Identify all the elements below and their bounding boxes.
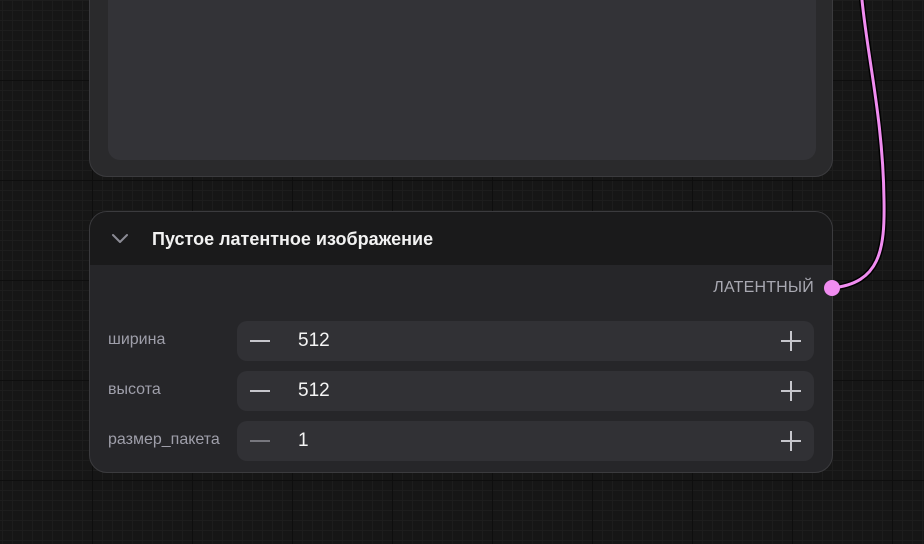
- chevron-down-icon[interactable]: [110, 231, 130, 245]
- batch-size-value[interactable]: 1: [298, 430, 309, 452]
- height-widget: высота 512: [90, 371, 832, 411]
- batch-size-stepper[interactable]: 1: [237, 421, 814, 461]
- plus-icon[interactable]: [776, 327, 806, 355]
- batch-size-widget: размер_пакета 1: [90, 421, 832, 461]
- graph-canvas[interactable]: Пустое латентное изображение ЛАТЕНТНЫЙ ш…: [0, 0, 924, 544]
- width-widget: ширина 512: [90, 321, 832, 361]
- node-title: Пустое латентное изображение: [152, 229, 434, 249]
- height-stepper[interactable]: 512: [237, 371, 814, 411]
- node-header[interactable]: Пустое латентное изображение: [90, 212, 832, 265]
- upstream-node[interactable]: [89, 0, 833, 177]
- minus-icon[interactable]: [245, 427, 275, 455]
- width-stepper[interactable]: 512: [237, 321, 814, 361]
- upstream-node-preview-area: [108, 0, 816, 160]
- width-label: ширина: [108, 331, 166, 348]
- plus-icon[interactable]: [776, 377, 806, 405]
- plus-icon[interactable]: [776, 427, 806, 455]
- minus-icon[interactable]: [245, 327, 275, 355]
- minus-icon[interactable]: [245, 377, 275, 405]
- empty-latent-image-node[interactable]: Пустое латентное изображение ЛАТЕНТНЫЙ ш…: [89, 211, 833, 473]
- batch-size-label: размер_пакета: [108, 431, 220, 448]
- width-value[interactable]: 512: [298, 330, 330, 352]
- output-slot-label: ЛАТЕНТНЫЙ: [713, 279, 814, 296]
- height-label: высота: [108, 381, 161, 398]
- height-value[interactable]: 512: [298, 380, 330, 402]
